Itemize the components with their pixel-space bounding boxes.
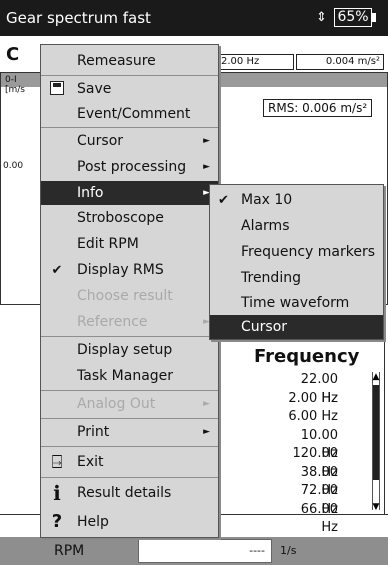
submenu-arrow-icon: ► — [203, 399, 210, 409]
y-axis-mid-label: 0.00 — [3, 161, 24, 171]
context-menu: Remeasure Save Event/Comment Cursor ► Po… — [40, 44, 219, 538]
submenu-arrow-icon: ► — [203, 136, 210, 146]
submenu-item-label: Time waveform — [241, 295, 350, 311]
menu-separator — [41, 446, 218, 447]
checkmark-icon: ✔ — [51, 263, 63, 278]
menu-item-analog-out: Analog Out ► — [41, 392, 218, 417]
menu-separator — [41, 75, 218, 76]
frequency-item[interactable]: 38.00 Hz — [282, 464, 338, 499]
battery-indicator: 65% — [334, 8, 372, 27]
submenu-item-frequency-markers[interactable]: Frequency markers — [210, 239, 383, 265]
submenu-item-time-waveform[interactable]: Time waveform — [210, 291, 383, 316]
menu-item-display-setup[interactable]: Display setup — [41, 338, 218, 363]
menu-item-task-manager[interactable]: Task Manager — [41, 364, 218, 389]
menu-item-stroboscope[interactable]: Stroboscope — [41, 206, 218, 231]
frequency-item[interactable]: 72.00 Hz — [282, 482, 338, 517]
status-bar: RPM ---- 1/s — [0, 537, 388, 565]
menu-item-label: Info — [77, 185, 104, 201]
submenu-item-label: Max 10 — [241, 192, 293, 208]
menu-item-reference: Reference ► — [41, 310, 218, 335]
menu-item-label: Help — [77, 514, 109, 530]
menu-item-post-processing[interactable]: Post processing ► — [41, 155, 218, 180]
frequency-item[interactable]: 10.00 Hz — [282, 427, 338, 462]
menu-item-label: Edit RPM — [77, 236, 139, 252]
rpm-unit: 1/s — [280, 544, 297, 557]
menu-item-label: Print — [77, 424, 110, 440]
menu-item-print[interactable]: Print ► — [41, 420, 218, 445]
info-submenu: ✔ Max 10 Alarms Frequency markers Trendi… — [209, 184, 384, 340]
menu-item-result-details[interactable]: ℹ Result details — [41, 479, 218, 507]
submenu-item-label: Cursor — [241, 319, 288, 335]
panel-border — [384, 305, 385, 514]
menu-item-label: Analog Out — [77, 396, 156, 412]
submenu-item-max10[interactable]: ✔ Max 10 — [210, 188, 383, 213]
cursor-frequency-field: 2.00 Hz — [218, 54, 294, 70]
submenu-item-label: Alarms — [241, 218, 290, 234]
menu-item-exit[interactable]: ⍈ Exit — [41, 449, 218, 476]
menu-item-label: Display setup — [77, 342, 173, 358]
window-title: Gear spectrum fast — [6, 9, 151, 27]
menu-separator — [41, 127, 218, 128]
menu-item-label: Save — [77, 81, 112, 97]
menu-item-label: Cursor — [77, 133, 124, 149]
menu-item-label: Choose result — [77, 288, 173, 304]
menu-item-help[interactable]: ? Help — [41, 508, 218, 536]
frequency-item[interactable]: 6.00 Hz — [282, 408, 338, 427]
menu-item-label: Exit — [77, 454, 104, 470]
rpm-value-field[interactable]: ---- — [138, 539, 272, 563]
view-heading: C — [6, 44, 20, 65]
menu-item-cursor[interactable]: Cursor ► — [41, 129, 218, 154]
submenu-arrow-icon: ► — [203, 427, 210, 437]
menu-item-edit-rpm[interactable]: Edit RPM — [41, 232, 218, 257]
exit-icon: ⍈ — [51, 452, 63, 473]
menu-item-remeasure[interactable]: Remeasure — [41, 49, 218, 73]
menu-item-label: Event/Comment — [77, 106, 191, 122]
menu-item-label: Result details — [77, 485, 172, 501]
scroll-down-arrow-icon[interactable]: ▼ — [371, 502, 381, 512]
menu-item-label: Post processing — [77, 159, 187, 175]
help-icon: ? — [51, 511, 63, 532]
menu-separator — [41, 477, 218, 478]
title-bar: Gear spectrum fast ⇕ 65% — [0, 0, 388, 36]
menu-item-display-rms[interactable]: ✔ Display RMS — [41, 258, 218, 283]
menu-separator — [41, 336, 218, 337]
rms-readout: RMS: 0.006 m/s² — [263, 99, 373, 117]
frequency-item[interactable]: 120.00 Hz — [282, 445, 339, 480]
menu-separator — [41, 390, 218, 391]
submenu-arrow-icon: ► — [203, 162, 210, 172]
submenu-item-label: Trending — [241, 270, 301, 286]
menu-item-choose-result: Choose result — [41, 284, 218, 309]
scrollbar-thumb[interactable] — [373, 385, 379, 480]
menu-item-info[interactable]: Info ► — [41, 181, 218, 205]
menu-item-label: Task Manager — [77, 368, 174, 384]
submenu-item-cursor[interactable]: Cursor — [210, 315, 383, 339]
menu-item-label: Stroboscope — [77, 210, 164, 226]
y-axis-max-label: 0-I — [5, 75, 17, 85]
menu-item-label: Remeasure — [77, 53, 156, 69]
frequency-item[interactable]: 66.00 Hz — [282, 501, 338, 536]
submenu-item-trending[interactable]: Trending — [210, 265, 383, 291]
frequency-item[interactable]: 2.00 Hz — [282, 390, 338, 409]
menu-separator — [41, 418, 218, 419]
rpm-label: RPM — [54, 543, 85, 559]
battery-charge-icon: ⇕ — [316, 10, 327, 25]
checkmark-icon: ✔ — [218, 193, 229, 208]
frequency-item[interactable]: 22.00 Hz — [282, 371, 338, 406]
battery-tip — [372, 13, 376, 22]
scroll-up-arrow-icon[interactable]: ▲ — [371, 372, 381, 382]
menu-item-label: Display RMS — [77, 262, 164, 278]
menu-item-label: Reference — [77, 314, 148, 330]
menu-item-event-comment[interactable]: Event/Comment — [41, 102, 218, 127]
menu-item-save[interactable]: Save — [41, 77, 218, 102]
y-axis-unit-label: [m/s — [5, 85, 25, 95]
cursor-amplitude-field: 0.004 m/s² — [296, 54, 384, 70]
frequency-list-title: Frequency — [254, 346, 360, 367]
submenu-item-label: Frequency markers — [241, 244, 376, 260]
submenu-item-alarms[interactable]: Alarms — [210, 213, 383, 239]
info-icon: ℹ — [53, 481, 61, 505]
save-icon — [45, 77, 69, 102]
y-axis-top-label: 0-I [m/s — [5, 75, 25, 95]
frequency-list[interactable]: 22.00 Hz 2.00 Hz 6.00 Hz 10.00 Hz 120.00… — [282, 371, 339, 536]
